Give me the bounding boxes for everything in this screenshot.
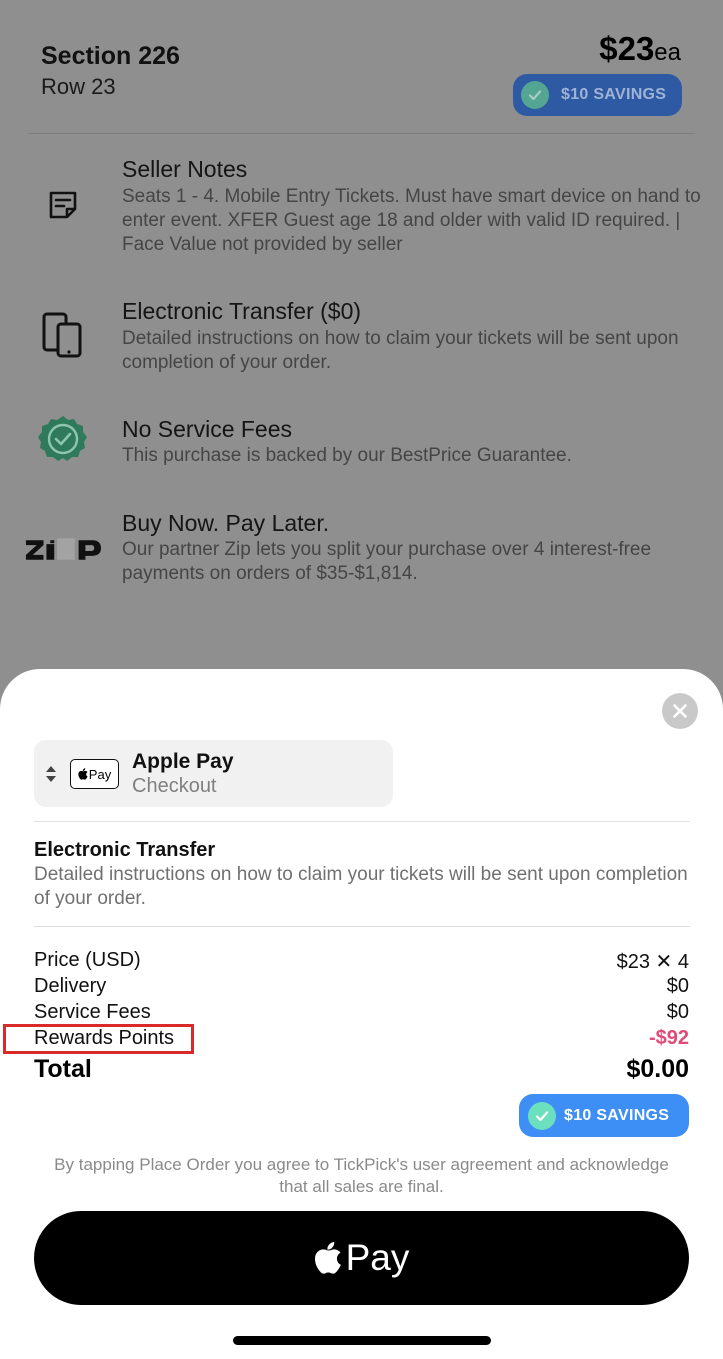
price-line-value: $23 ✕ 4 [616,951,689,973]
divider [28,133,695,134]
feature-description: Our partner Zip lets you split your purc… [122,539,652,584]
delivery-description: Detailed instructions on how to claim yo… [34,864,688,909]
delivery-title: Electronic Transfer [34,839,216,861]
badge-check-icon [24,414,102,466]
check-circle-icon [528,1101,556,1130]
listing-background: Section 226 Row 23 $23ea $10 SAVINGS Sel… [0,0,723,700]
payment-method-name: Apple Pay [132,750,234,773]
apple-pay-button[interactable]: Pay [34,1211,689,1305]
apple-pay-button-label: Pay [345,1237,410,1278]
total-label: Total [34,1055,92,1083]
delivery-line-label: Delivery [34,975,107,997]
rewards-points-line-value: -$92 [648,1027,689,1049]
divider [34,821,690,822]
apple-icon [314,1242,341,1274]
apple-pay-logo: Pay [70,759,119,789]
close-button[interactable] [662,693,698,729]
feature-title: No Service Fees [122,416,293,442]
divider [34,926,690,927]
delivery-line-value: $0 [666,975,689,997]
apple-icon [78,768,88,780]
savings-badge-label: $10 SAVINGS [561,86,667,103]
feature-title: Electronic Transfer ($0) [122,298,362,324]
zip-logo [24,536,102,562]
check-circle-icon [521,81,549,109]
savings-badge-top: $10 SAVINGS [513,74,682,116]
price-amount: $23 [599,30,655,67]
rewards-points-highlight [3,1024,194,1054]
feature-description: This purchase is backed by our BestPrice… [122,445,572,466]
terms-text: By tapping Place Order you agree to Tick… [54,1155,669,1196]
price-line-label: Price (USD) [34,949,141,971]
savings-badge-bottom: $10 SAVINGS [519,1094,689,1137]
service-fees-line-value: $0 [666,1001,689,1023]
feature-title: Buy Now. Pay Later. [122,510,330,536]
notes-icon [24,188,102,222]
service-fees-line-label: Service Fees [34,1001,151,1023]
home-indicator [233,1336,491,1345]
row-label: Row 23 [41,74,116,99]
apple-pay-logo-text: Pay [88,766,112,782]
devices-icon [24,312,102,358]
payment-method-sub: Checkout [132,775,217,797]
savings-badge-label: $10 SAVINGS [564,1106,670,1124]
feature-title: Seller Notes [122,156,248,182]
updown-chevron-icon [45,764,57,789]
section-title: Section 226 [41,42,180,70]
close-icon [673,704,687,718]
price-unit: ea [654,39,681,66]
listing-price: $23ea [599,30,681,68]
total-value: $0.00 [626,1055,689,1083]
feature-description: Seats 1 - 4. Mobile Entry Tickets. Must … [122,186,701,255]
feature-description: Detailed instructions on how to claim yo… [122,328,679,373]
